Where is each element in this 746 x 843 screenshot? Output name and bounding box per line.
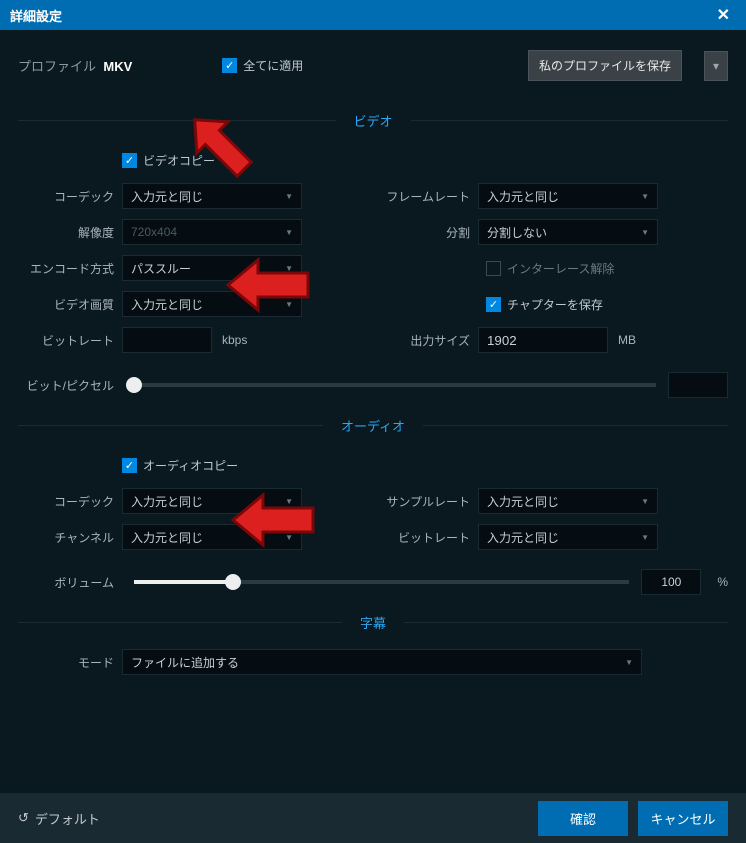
quality-select[interactable]: 入力元と同じ ▼ bbox=[122, 291, 302, 317]
volume-value[interactable]: 100 bbox=[641, 569, 701, 595]
chapter-label: チャプターを保存 bbox=[507, 296, 603, 313]
deinterlace-label: インターレース解除 bbox=[507, 260, 614, 277]
chevron-down-icon: ▼ bbox=[641, 497, 649, 506]
framerate-label: フレームレート bbox=[358, 188, 478, 205]
default-button[interactable]: ↺ デフォルト bbox=[18, 809, 100, 828]
resolution-label: 解像度 bbox=[18, 224, 122, 241]
video-bitrate-label: ビットレート bbox=[18, 332, 122, 349]
split-label: 分割 bbox=[358, 224, 478, 241]
slider-handle[interactable] bbox=[225, 574, 241, 590]
video-copy-checkbox[interactable]: ✓ ビデオコピー bbox=[122, 152, 215, 169]
audio-section-title: オーディオ bbox=[323, 416, 423, 435]
channel-label: チャンネル bbox=[18, 529, 122, 546]
check-icon: ✓ bbox=[122, 153, 137, 168]
profile-name: MKV bbox=[103, 59, 132, 74]
video-codec-select[interactable]: 入力元と同じ ▼ bbox=[122, 183, 302, 209]
check-icon: ✓ bbox=[222, 58, 237, 73]
mb-unit: MB bbox=[618, 333, 636, 347]
reset-icon: ↺ bbox=[18, 810, 29, 826]
profile-info: プロファイル MKV bbox=[18, 56, 132, 75]
encode-label: エンコード方式 bbox=[18, 260, 122, 277]
encode-select[interactable]: パススルー ▼ bbox=[122, 255, 302, 281]
apply-all-checkbox[interactable]: ✓ 全てに適用 bbox=[222, 57, 303, 74]
samplerate-select[interactable]: 入力元と同じ ▼ bbox=[478, 488, 658, 514]
output-size-label: 出力サイズ bbox=[358, 332, 478, 349]
audio-codec-label: コーデック bbox=[18, 493, 122, 510]
check-icon: ✓ bbox=[486, 297, 501, 312]
dialog-title: 詳細設定 bbox=[10, 6, 62, 25]
quality-label: ビデオ画質 bbox=[18, 296, 122, 313]
audio-bitrate-label: ビットレート bbox=[358, 529, 478, 546]
bpp-value[interactable] bbox=[668, 372, 728, 398]
channel-select[interactable]: 入力元と同じ ▼ bbox=[122, 524, 302, 550]
output-size-input[interactable] bbox=[478, 327, 608, 353]
audio-bitrate-select[interactable]: 入力元と同じ ▼ bbox=[478, 524, 658, 550]
default-label: デフォルト bbox=[35, 809, 100, 828]
kbps-unit: kbps bbox=[222, 333, 247, 347]
video-bitrate-input[interactable] bbox=[122, 327, 212, 353]
chevron-down-icon: ▼ bbox=[285, 300, 293, 309]
volume-label: ボリューム bbox=[18, 574, 122, 591]
save-profile-dropdown[interactable]: ▾ bbox=[704, 51, 728, 81]
check-icon: ✓ bbox=[122, 458, 137, 473]
deinterlace-checkbox[interactable]: インターレース解除 bbox=[486, 260, 614, 277]
chevron-down-icon: ▾ bbox=[713, 59, 719, 73]
footer: ↺ デフォルト 確認 キャンセル bbox=[0, 793, 746, 843]
split-select[interactable]: 分割しない ▼ bbox=[478, 219, 658, 245]
save-profile-button[interactable]: 私のプロファイルを保存 bbox=[528, 50, 682, 81]
apply-all-label: 全てに適用 bbox=[243, 57, 303, 74]
audio-section-header: オーディオ bbox=[18, 416, 728, 435]
checkbox-box bbox=[486, 261, 501, 276]
subtitle-section-header: 字幕 bbox=[18, 613, 728, 632]
audio-copy-label: オーディオコピー bbox=[143, 457, 238, 474]
video-copy-label: ビデオコピー bbox=[143, 152, 215, 169]
audio-codec-select[interactable]: 入力元と同じ ▼ bbox=[122, 488, 302, 514]
codec-label: コーデック bbox=[18, 188, 122, 205]
chevron-down-icon: ▼ bbox=[641, 228, 649, 237]
percent-unit: % bbox=[717, 575, 728, 589]
bpp-slider[interactable] bbox=[134, 383, 656, 387]
bpp-label: ビット/ピクセル bbox=[18, 377, 122, 394]
video-section-header: ビデオ bbox=[18, 111, 728, 130]
cancel-button[interactable]: キャンセル bbox=[638, 801, 728, 836]
resolution-select[interactable]: 720x404 ▼ bbox=[122, 219, 302, 245]
chevron-down-icon: ▼ bbox=[285, 228, 293, 237]
samplerate-label: サンプルレート bbox=[358, 493, 478, 510]
slider-handle[interactable] bbox=[126, 377, 142, 393]
subtitle-mode-select[interactable]: ファイルに追加する ▼ bbox=[122, 649, 642, 675]
ok-button[interactable]: 確認 bbox=[538, 801, 628, 836]
close-icon[interactable]: ✕ bbox=[711, 5, 736, 25]
framerate-select[interactable]: 入力元と同じ ▼ bbox=[478, 183, 658, 209]
video-section-title: ビデオ bbox=[336, 111, 411, 130]
audio-copy-checkbox[interactable]: ✓ オーディオコピー bbox=[122, 457, 238, 474]
chevron-down-icon: ▼ bbox=[285, 192, 293, 201]
subtitle-section-title: 字幕 bbox=[342, 613, 404, 632]
chevron-down-icon: ▼ bbox=[285, 264, 293, 273]
titlebar: 詳細設定 ✕ bbox=[0, 0, 746, 30]
profile-label: プロファイル bbox=[18, 59, 96, 74]
chevron-down-icon: ▼ bbox=[285, 533, 293, 542]
volume-slider[interactable] bbox=[134, 580, 629, 584]
subtitle-mode-label: モード bbox=[18, 654, 122, 671]
chevron-down-icon: ▼ bbox=[285, 497, 293, 506]
chapter-checkbox[interactable]: ✓ チャプターを保存 bbox=[486, 296, 603, 313]
chevron-down-icon: ▼ bbox=[641, 192, 649, 201]
chevron-down-icon: ▼ bbox=[641, 533, 649, 542]
header-row: プロファイル MKV ✓ 全てに適用 私のプロファイルを保存 ▾ bbox=[0, 30, 746, 101]
chevron-down-icon: ▼ bbox=[625, 658, 633, 667]
